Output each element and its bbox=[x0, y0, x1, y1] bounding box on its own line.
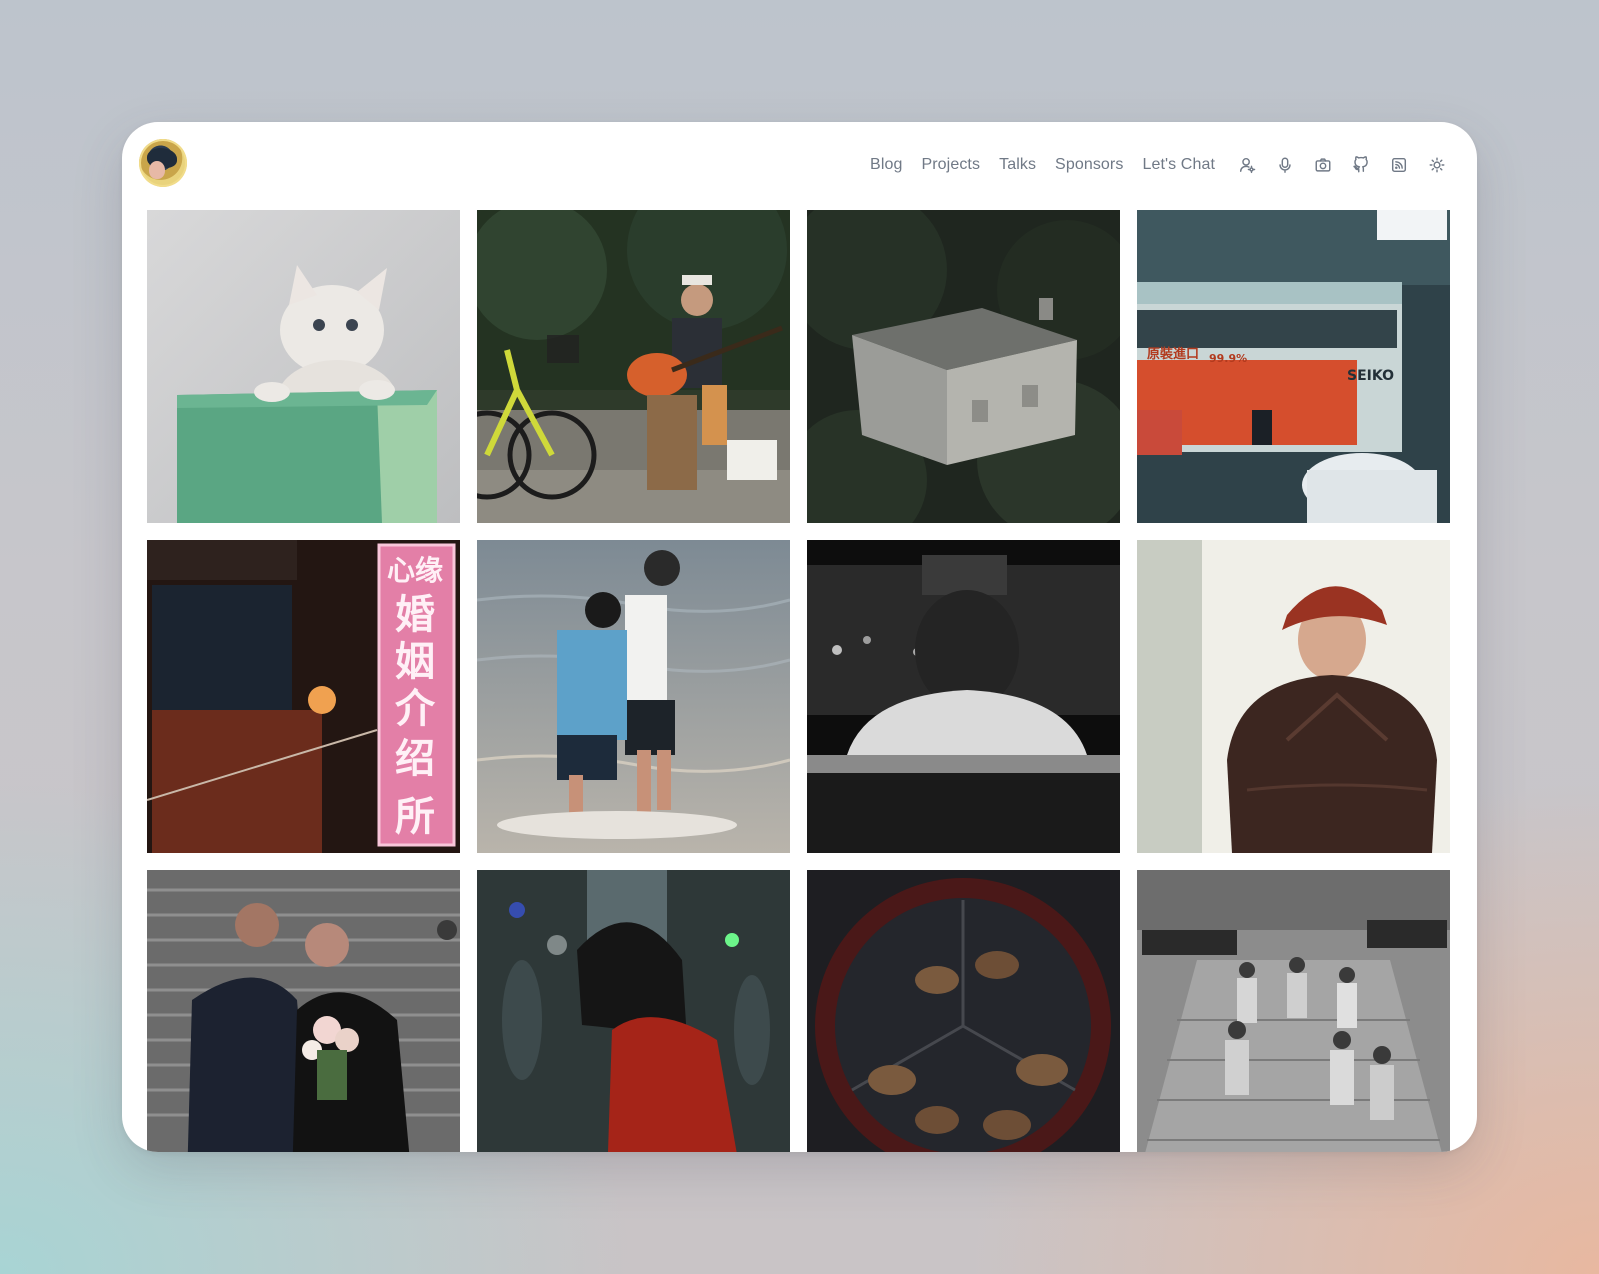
subway-crowd-image bbox=[1137, 870, 1450, 1152]
microphone-icon[interactable] bbox=[1275, 155, 1295, 175]
bus-brand: SEIKO bbox=[1347, 368, 1394, 384]
bus-ad-percent: 99.9% bbox=[1209, 352, 1247, 365]
avatar[interactable] bbox=[139, 139, 187, 187]
photo-gallery: 原裝進口 99.9% SEIKO 心缘 婚 姻 介 绍 所 bbox=[147, 210, 1450, 1152]
sign-char-6: 所 bbox=[395, 794, 435, 840]
car-passenger-image bbox=[807, 540, 1120, 853]
sign-char-5: 绍 bbox=[395, 736, 435, 782]
guitarist-image bbox=[477, 210, 790, 523]
nav-blog[interactable]: Blog bbox=[870, 156, 902, 174]
photo-elderly-woman-red-hat[interactable] bbox=[1137, 540, 1450, 853]
photo-neon-sign-alley[interactable]: 心缘 婚 姻 介 绍 所 bbox=[147, 540, 460, 853]
bus-ad-text: 原裝進口 bbox=[1147, 346, 1199, 362]
elderly-woman-image bbox=[1137, 540, 1450, 853]
avatar-face bbox=[149, 161, 165, 179]
photo-kitten-in-box[interactable] bbox=[147, 210, 460, 523]
photo-couple-on-steps[interactable] bbox=[147, 870, 460, 1152]
main-nav: Blog Projects Talks Sponsors Let's Chat bbox=[870, 150, 1447, 180]
person-icon[interactable] bbox=[1237, 155, 1257, 175]
camera-icon[interactable] bbox=[1313, 155, 1333, 175]
couple-image bbox=[147, 870, 460, 1152]
bus-image: 原裝進口 99.9% SEIKO bbox=[1137, 210, 1450, 523]
photo-street-guitarist[interactable] bbox=[477, 210, 790, 523]
nav-sponsors[interactable]: Sponsors bbox=[1055, 156, 1123, 174]
app-window: Blog Projects Talks Sponsors Let's Chat bbox=[122, 122, 1477, 1152]
github-icon[interactable] bbox=[1351, 155, 1371, 175]
kids-water-image bbox=[477, 540, 790, 853]
photo-pine-cones-display[interactable] bbox=[807, 870, 1120, 1152]
girl-red-jacket-image bbox=[477, 870, 790, 1152]
sign-char-1: 心缘 bbox=[387, 554, 443, 587]
photo-kids-playing-in-water[interactable] bbox=[477, 540, 790, 853]
pine-cones-image bbox=[807, 870, 1120, 1152]
photo-double-decker-bus[interactable]: 原裝進口 99.9% SEIKO bbox=[1137, 210, 1450, 523]
nav-projects[interactable]: Projects bbox=[921, 156, 980, 174]
photo-passenger-in-car[interactable] bbox=[807, 540, 1120, 853]
sign-char-4: 介 bbox=[395, 686, 436, 732]
photo-subway-stairs-crowd[interactable] bbox=[1137, 870, 1450, 1152]
rss-icon[interactable] bbox=[1389, 155, 1409, 175]
house-image bbox=[807, 210, 1120, 523]
sign-char-3: 姻 bbox=[395, 639, 435, 685]
photo-girl-in-red-jacket[interactable] bbox=[477, 870, 790, 1152]
photo-old-house-in-trees[interactable] bbox=[807, 210, 1120, 523]
nav-lets-chat[interactable]: Let's Chat bbox=[1142, 156, 1215, 174]
sun-icon[interactable] bbox=[1427, 155, 1447, 175]
kitten-image bbox=[147, 210, 460, 523]
neon-sign-image: 心缘 婚 姻 介 绍 所 bbox=[147, 540, 460, 853]
sign-char-2: 婚 bbox=[395, 592, 435, 638]
nav-talks[interactable]: Talks bbox=[999, 156, 1036, 174]
site-header: Blog Projects Talks Sponsors Let's Chat bbox=[122, 122, 1477, 208]
